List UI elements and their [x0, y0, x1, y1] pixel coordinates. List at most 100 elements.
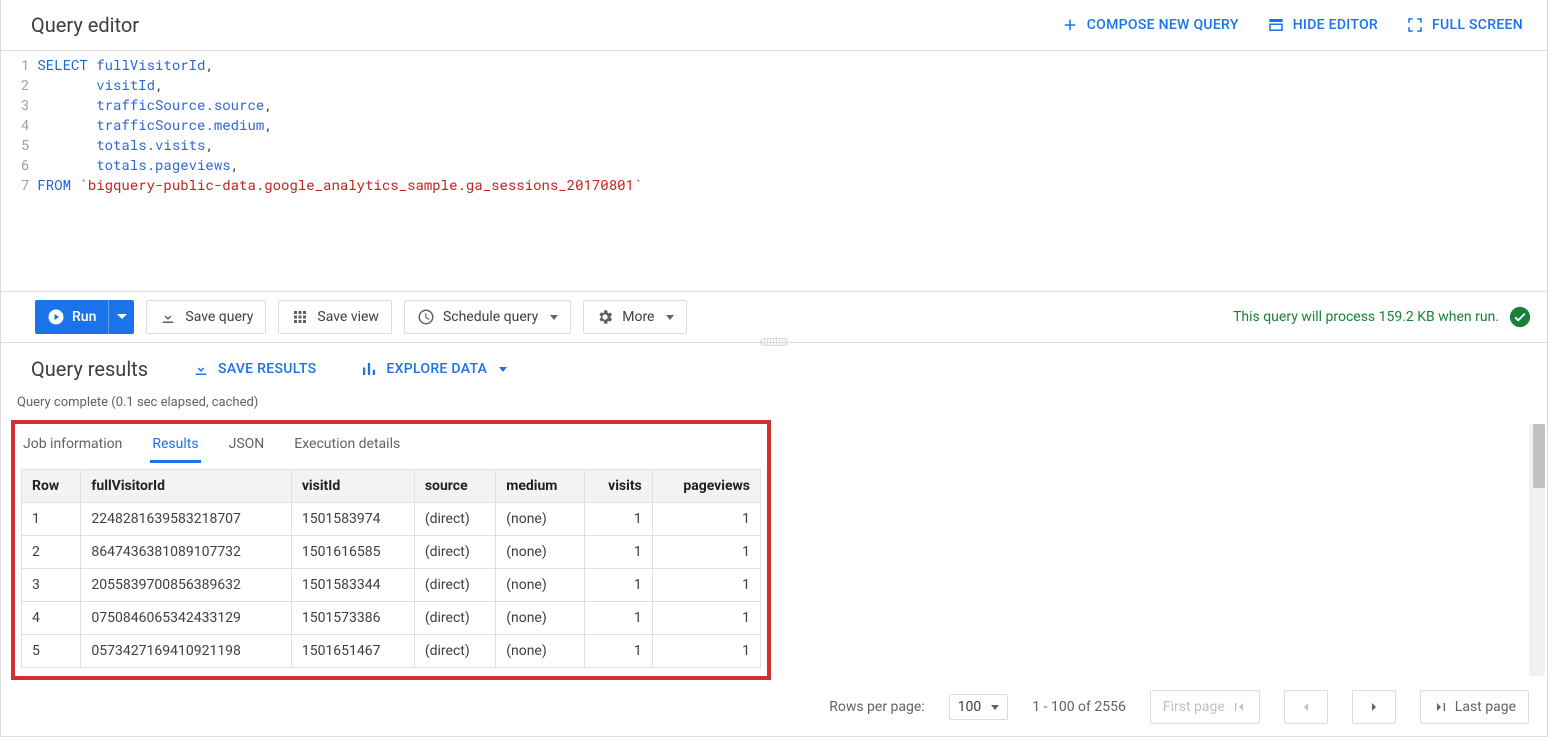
cell-fullVisitorId: 8647436381089107732 [81, 536, 291, 569]
pagination: Rows per page: 100 1 - 100 of 2556 First… [1, 680, 1547, 736]
results-header: Query results SAVE RESULTS EXPLORE DATA [1, 343, 1547, 385]
save-results-label: SAVE RESULTS [218, 361, 316, 377]
table-row[interactable]: 320558397008563896321501583344(direct)(n… [22, 569, 761, 602]
cell-row: 1 [22, 503, 81, 536]
status-text: This query will process 159.2 KB when ru… [1233, 309, 1499, 325]
cell-visitId: 1501573386 [291, 602, 414, 635]
cell-medium: (none) [496, 536, 585, 569]
cell-visits: 1 [585, 602, 652, 635]
cell-medium: (none) [496, 503, 585, 536]
rows-per-page-label: Rows per page: [829, 699, 924, 715]
hide-editor-icon [1267, 16, 1285, 34]
full-label: FULL SCREEN [1432, 17, 1523, 33]
sql-editor[interactable]: 1234567 SELECT fullVisitorId, visitId, t… [1, 51, 1547, 291]
cell-source: (direct) [414, 569, 495, 602]
cell-visitId: 1501583974 [291, 503, 414, 536]
tab-results[interactable]: Results [150, 434, 200, 463]
rows-per-page-select[interactable]: 100 [949, 694, 1009, 720]
cell-pageviews: 1 [652, 635, 760, 668]
table-row[interactable]: 505734271694109211981501651467(direct)(n… [22, 635, 761, 668]
cell-visitId: 1501616585 [291, 536, 414, 569]
play-icon [47, 308, 65, 326]
cell-visits: 1 [585, 503, 652, 536]
cell-medium: (none) [496, 569, 585, 602]
col-medium: medium [496, 470, 585, 503]
col-pageviews: pageviews [652, 470, 760, 503]
code-content[interactable]: SELECT fullVisitorId, visitId, trafficSo… [37, 55, 662, 291]
save-view-button[interactable]: Save view [278, 300, 392, 334]
cell-visits: 1 [585, 536, 652, 569]
cell-visits: 1 [585, 569, 652, 602]
save-results-button[interactable]: SAVE RESULTS [192, 360, 316, 378]
download-icon [192, 360, 210, 378]
editor-toolbar: Run Save query Save view Schedule query [1, 291, 1547, 343]
page-size-value: 100 [958, 699, 982, 715]
cell-medium: (none) [496, 602, 585, 635]
run-label: Run [72, 309, 96, 325]
caret-down-icon [991, 705, 999, 710]
cell-row: 3 [22, 569, 81, 602]
query-cost-status: This query will process 159.2 KB when ru… [1233, 306, 1531, 328]
query-editor-panel: Query editor COMPOSE NEW QUERY HIDE EDIT… [0, 0, 1548, 737]
hide-label: HIDE EDITOR [1293, 17, 1378, 33]
cell-pageviews: 1 [652, 602, 760, 635]
last-page-icon [1433, 699, 1449, 715]
cell-medium: (none) [496, 635, 585, 668]
result-tabs: Job information Results JSON Execution d… [15, 424, 767, 463]
save-query-button[interactable]: Save query [146, 300, 266, 334]
tab-json[interactable]: JSON [227, 434, 267, 463]
col-visitId: visitId [291, 470, 414, 503]
resize-handle[interactable] [760, 338, 788, 346]
cell-row: 5 [22, 635, 81, 668]
hide-editor-button[interactable]: HIDE EDITOR [1267, 16, 1378, 34]
caret-down-icon [117, 312, 127, 322]
explore-data-button[interactable]: EXPLORE DATA [360, 360, 507, 378]
caret-down-icon [550, 315, 558, 320]
page-range: 1 - 100 of 2556 [1032, 699, 1126, 715]
query-complete-msg: Query complete (0.1 sec elapsed, cached) [1, 385, 1547, 420]
more-button[interactable]: More [583, 300, 687, 334]
cell-source: (direct) [414, 635, 495, 668]
tab-execution-details[interactable]: Execution details [292, 434, 402, 463]
cell-fullVisitorId: 0750846065342433129 [81, 602, 291, 635]
col-fullVisitorId: fullVisitorId [81, 470, 291, 503]
first-page-label: First page [1163, 699, 1225, 715]
first-page-button[interactable]: First page [1150, 690, 1260, 724]
scrollbar-thumb[interactable] [1533, 424, 1545, 488]
last-page-button[interactable]: Last page [1420, 690, 1529, 724]
run-dropdown[interactable] [108, 300, 134, 334]
run-main[interactable]: Run [35, 300, 108, 334]
table-row[interactable]: 407508460653424331291501573386(direct)(n… [22, 602, 761, 635]
table-row[interactable]: 286474363810891077321501616585(direct)(n… [22, 536, 761, 569]
run-button[interactable]: Run [35, 300, 134, 334]
schedule-query-button[interactable]: Schedule query [404, 300, 571, 334]
full-screen-button[interactable]: FULL SCREEN [1406, 16, 1523, 34]
results-body: Job information Results JSON Execution d… [1, 420, 1547, 680]
cell-source: (direct) [414, 536, 495, 569]
schedule-label: Schedule query [443, 309, 538, 325]
first-page-icon [1231, 699, 1247, 715]
toolbar-left: Run Save query Save view Schedule query [35, 300, 687, 334]
line-gutter: 1234567 [1, 55, 37, 291]
caret-down-icon [666, 315, 674, 320]
results-highlight: Job information Results JSON Execution d… [11, 420, 771, 680]
cell-fullVisitorId: 2248281639583218707 [81, 503, 291, 536]
chart-icon [360, 360, 378, 378]
prev-page-button[interactable] [1284, 690, 1328, 724]
gear-icon [596, 308, 614, 326]
fullscreen-icon [1406, 16, 1424, 34]
cell-row: 2 [22, 536, 81, 569]
caret-down-icon [499, 367, 507, 372]
chevron-left-icon [1298, 699, 1314, 715]
grid-icon [291, 308, 309, 326]
table-row[interactable]: 122482816395832187071501583974(direct)(n… [22, 503, 761, 536]
download-icon [159, 308, 177, 326]
tab-job-information[interactable]: Job information [21, 434, 124, 463]
editor-title: Query editor [31, 13, 139, 37]
cell-fullVisitorId: 2055839700856389632 [81, 569, 291, 602]
more-label: More [622, 309, 654, 325]
next-page-button[interactable] [1352, 690, 1396, 724]
compose-new-query-button[interactable]: COMPOSE NEW QUERY [1061, 16, 1239, 34]
cell-row: 4 [22, 602, 81, 635]
editor-header: Query editor COMPOSE NEW QUERY HIDE EDIT… [1, 0, 1547, 51]
